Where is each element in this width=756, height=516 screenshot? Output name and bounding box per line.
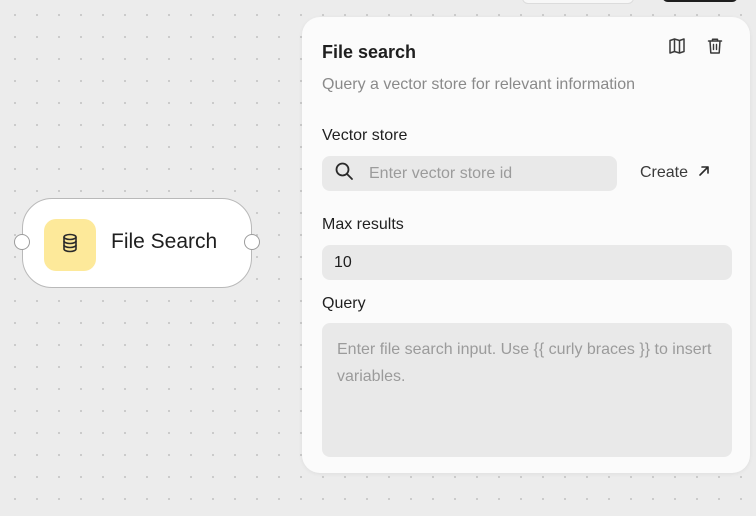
node-output-handle[interactable]: [244, 234, 260, 250]
query-label: Query: [322, 295, 366, 312]
max-results-label: Max results: [322, 216, 404, 233]
file-search-node[interactable]: File Search: [14, 198, 260, 288]
vector-store-label: Vector store: [322, 127, 408, 144]
docs-icon[interactable]: [668, 37, 686, 55]
properties-panel: File search Query a vector store for rel…: [302, 17, 750, 473]
create-link-label: Create: [640, 164, 689, 181]
vector-store-placeholder: Enter vector store id: [369, 164, 513, 182]
panel-title: File search: [322, 42, 417, 62]
node-icon-tile: [44, 219, 96, 271]
arrow-up-right-icon: [698, 164, 710, 182]
search-icon: [334, 161, 354, 186]
database-icon: [61, 233, 79, 258]
panel-actions: [668, 37, 724, 55]
query-placeholder: Enter file search input. Use {{ curly br…: [337, 341, 712, 385]
top-toolbar-primary-button[interactable]: [662, 0, 738, 2]
vector-store-input[interactable]: Enter vector store id: [322, 156, 617, 191]
trash-icon[interactable]: [706, 37, 724, 55]
max-results-value: 10: [334, 253, 352, 271]
max-results-input[interactable]: 10: [322, 245, 732, 280]
top-toolbar-button[interactable]: [522, 0, 634, 4]
node-input-handle[interactable]: [14, 234, 30, 250]
panel-description: Query a vector store for relevant inform…: [322, 76, 636, 93]
query-textarea[interactable]: Enter file search input. Use {{ curly br…: [322, 323, 732, 457]
create-vector-store-link[interactable]: Create: [640, 164, 710, 182]
node-title: File Search: [111, 230, 218, 253]
